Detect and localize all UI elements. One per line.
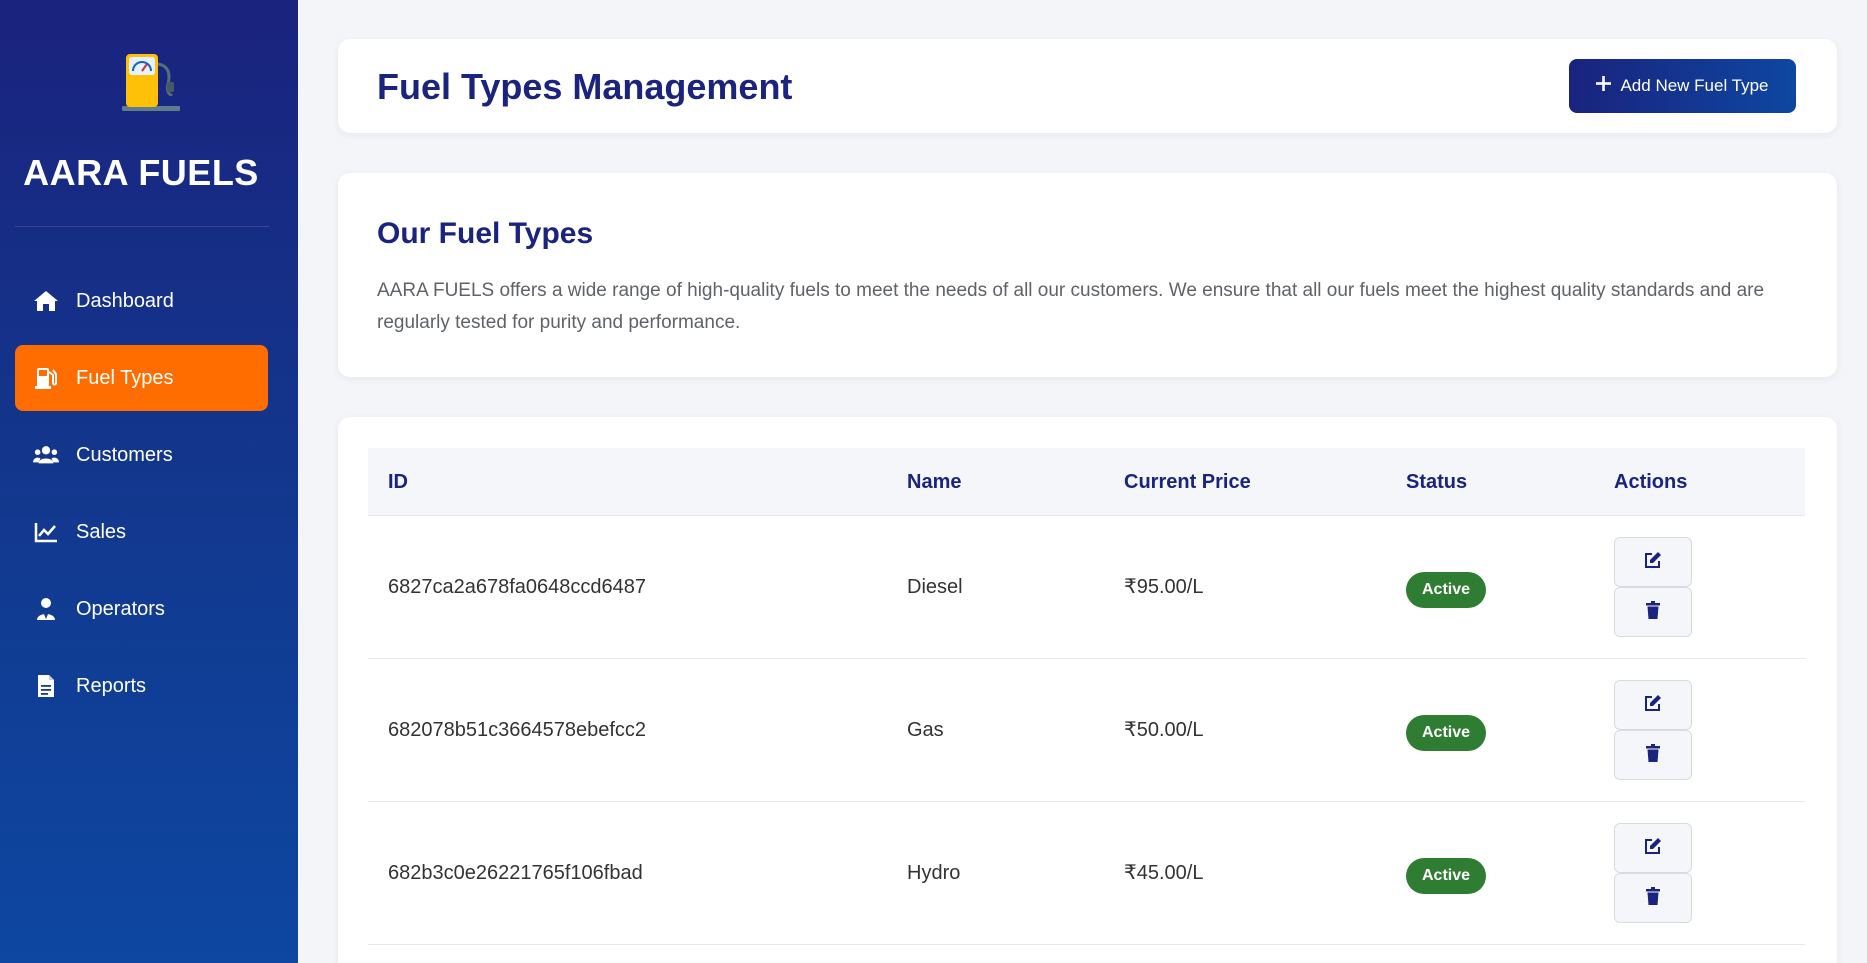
column-header-actions: Actions [1614, 471, 1688, 493]
column-header-id: ID [388, 471, 408, 493]
fuel-name: Gas [907, 719, 944, 741]
sidebar-item-label: Fuel Types [76, 366, 174, 389]
fuel-pump-logo [0, 48, 298, 128]
sidebar-item-reports[interactable]: Reports [15, 653, 268, 719]
fuel-id: 682b3c0e26221765f106fbad [388, 862, 643, 884]
sidebar-item-dashboard[interactable]: Dashboard [15, 268, 268, 334]
sidebar-item-label: Operators [76, 597, 165, 620]
sidebar-item-customers[interactable]: Customers [15, 422, 268, 488]
fuel-pump-icon [33, 365, 59, 391]
sidebar-item-label: Sales [76, 520, 127, 543]
sidebar-item-label: Reports [76, 674, 147, 697]
sidebar-item-operators[interactable]: Operators [15, 576, 268, 642]
trash-icon [1646, 600, 1660, 624]
table-row: 6827ca2a678fa0648ccd6487 Diesel ₹95.00/L… [368, 516, 1805, 659]
trash-icon [1646, 743, 1660, 767]
sidebar-nav: Dashboard Fuel Types Customers Sales Ope… [15, 268, 268, 730]
sidebar-divider [15, 226, 269, 227]
sidebar-item-label: Dashboard [76, 289, 174, 312]
brand-name: AARA FUELS [23, 152, 259, 193]
add-fuel-type-button[interactable]: Add New Fuel Type [1569, 59, 1796, 113]
column-header-name: Name [907, 471, 962, 493]
sidebar-item-fuel-types[interactable]: Fuel Types [15, 345, 268, 411]
add-fuel-type-label: Add New Fuel Type [1620, 76, 1769, 95]
edit-icon [1644, 551, 1662, 574]
edit-icon [1644, 837, 1662, 860]
edit-button[interactable] [1614, 537, 1692, 587]
edit-icon [1644, 694, 1662, 717]
home-icon [33, 288, 59, 314]
user-tie-icon [33, 596, 59, 622]
sidebar-item-label: Customers [76, 443, 173, 466]
delete-button[interactable] [1614, 587, 1692, 637]
line-chart-icon [33, 519, 59, 545]
fuel-price: ₹95.00/L [1124, 576, 1204, 598]
edit-button[interactable] [1614, 680, 1692, 730]
sidebar-item-sales[interactable]: Sales [15, 499, 268, 565]
column-header-status: Status [1406, 471, 1468, 493]
fuel-name: Diesel [907, 576, 963, 598]
section-description: AARA FUELS offers a wide range of high-q… [377, 280, 1765, 333]
status-badge: Active [1406, 572, 1487, 608]
fuel-price: ₹50.00/L [1124, 719, 1204, 741]
page-header: Fuel Types Management Add New Fuel Type [338, 39, 1837, 133]
intro-card: Our Fuel Types AARA FUELS offers a wide … [338, 173, 1837, 377]
sidebar: AARA FUELS Dashboard Fuel Types Customer… [0, 0, 298, 963]
status-badge: Active [1406, 715, 1487, 751]
fuel-id: 682078b51c3664578ebefcc2 [388, 719, 647, 741]
document-icon [33, 673, 59, 699]
status-badge: Active [1406, 858, 1487, 894]
delete-button[interactable] [1614, 873, 1692, 923]
section-title: Our Fuel Types [377, 217, 594, 250]
fuel-id: 6827ca2a678fa0648ccd6487 [388, 576, 647, 598]
table-header: ID Name Current Price Status Actions [368, 448, 1805, 516]
fuel-types-table: ID Name Current Price Status Actions 682… [338, 417, 1837, 963]
page-title: Fuel Types Management [377, 66, 793, 107]
fuel-name: Hydro [907, 862, 961, 884]
delete-button[interactable] [1614, 730, 1692, 780]
edit-button[interactable] [1614, 823, 1692, 873]
plus-icon [1596, 76, 1612, 96]
column-header-price: Current Price [1124, 471, 1251, 493]
table-row: 682078b51c3664578ebefcc2 Gas ₹50.00/L Ac… [368, 659, 1805, 802]
trash-icon [1646, 886, 1660, 910]
fuel-price: ₹45.00/L [1124, 862, 1204, 884]
table-row: 682b3c0e26221765f106fbad Hydro ₹45.00/L … [368, 802, 1805, 945]
users-icon [33, 442, 59, 468]
